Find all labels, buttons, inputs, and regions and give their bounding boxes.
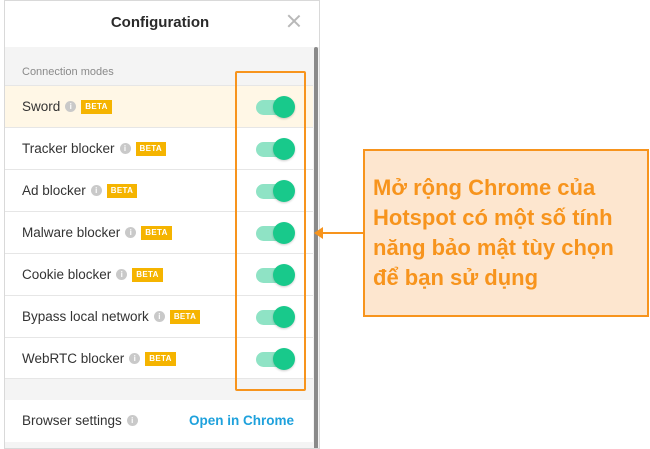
browser-settings-row: Browser settings i Open in Chrome: [5, 400, 313, 442]
info-icon[interactable]: i: [90, 185, 102, 196]
beta-badge: BETA: [135, 141, 166, 156]
open-in-chrome-link[interactable]: Open in Chrome: [189, 413, 294, 428]
panel-header: Configuration: [5, 1, 319, 47]
beta-badge: BETA: [132, 267, 163, 282]
close-icon[interactable]: [286, 13, 302, 29]
row-label: Cookie blocker: [22, 267, 112, 282]
row-label: WebRTC blocker: [22, 351, 125, 366]
row-label: Sword: [22, 99, 61, 114]
info-icon[interactable]: i: [65, 101, 77, 112]
beta-badge: BETA: [169, 309, 201, 324]
beta-badge: BETA: [145, 351, 176, 366]
info-icon[interactable]: i: [126, 415, 138, 426]
beta-badge: BETA: [141, 225, 172, 240]
info-icon[interactable]: i: [119, 143, 131, 154]
row-label: Ad blocker: [22, 183, 86, 198]
panel-title: Configuration: [110, 14, 210, 31]
row-label: Tracker blocker: [22, 141, 115, 156]
browser-settings-label: Browser settings: [22, 413, 122, 428]
scrollbar[interactable]: [313, 47, 319, 448]
info-icon[interactable]: i: [125, 227, 137, 238]
info-icon[interactable]: i: [116, 269, 128, 280]
section-label-connection-modes: Connection modes: [22, 66, 114, 78]
info-icon[interactable]: i: [129, 353, 141, 364]
row-label: Bypass local network: [22, 309, 149, 324]
scroll-thumb[interactable]: [314, 47, 318, 448]
info-icon[interactable]: i: [153, 311, 165, 322]
row-label: Malware blocker: [22, 225, 121, 240]
callout-text: Mở rộng Chrome của Hotspot có một số tín…: [373, 175, 614, 290]
toggle-highlight-box: [235, 71, 306, 391]
beta-badge: BETA: [106, 183, 138, 198]
callout-arrow: [321, 232, 363, 234]
beta-badge: BETA: [81, 99, 112, 114]
callout-box: Mở rộng Chrome của Hotspot có một số tín…: [363, 149, 649, 317]
